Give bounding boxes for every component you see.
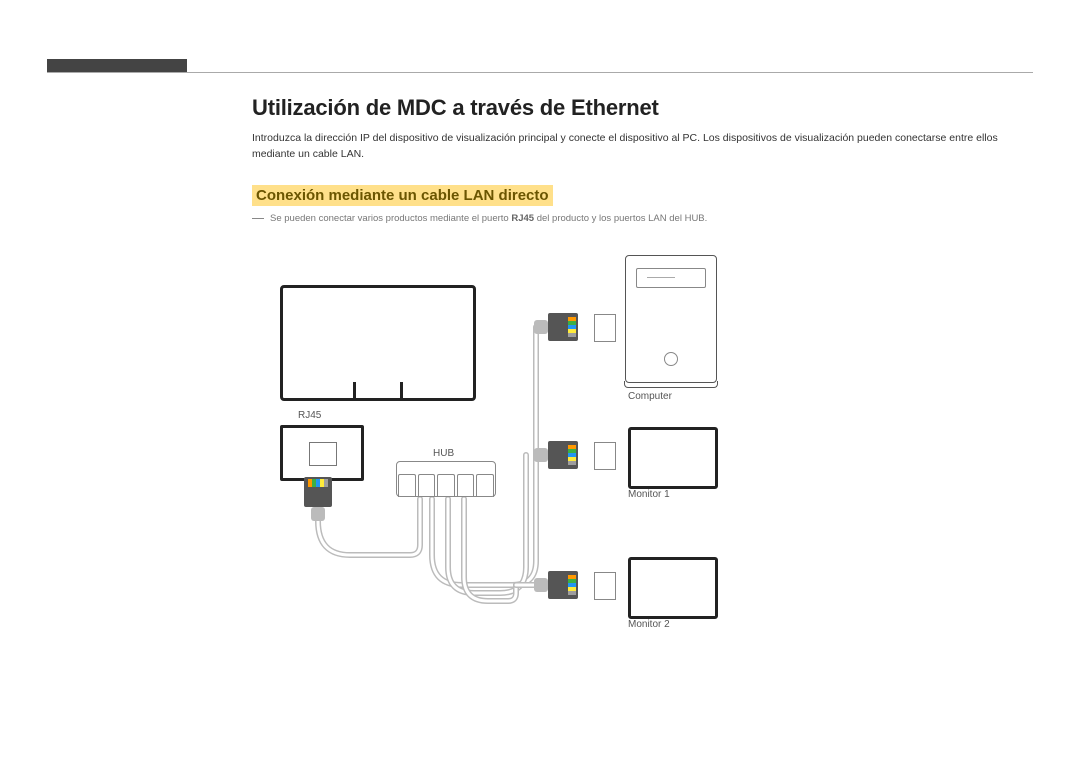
lan-plug-icon	[548, 313, 592, 341]
label-rj45: RJ45	[298, 410, 321, 421]
computer-tower-icon	[625, 255, 717, 383]
label-computer: Computer	[628, 391, 672, 402]
lan-plug-icon	[548, 441, 592, 469]
header-tab-marker	[47, 59, 187, 73]
content-block: Utilización de MDC a través de Ethernet …	[252, 95, 1020, 231]
note-dash-icon	[252, 218, 264, 219]
connection-diagram: RJ45 HUB Computer Monitor 1 Monitor 2	[250, 255, 850, 675]
lan-socket-icon	[594, 442, 616, 470]
lan-plug-icon	[548, 571, 592, 599]
hub-icon	[396, 461, 496, 497]
note-line: Se pueden conectar varios productos medi…	[252, 212, 1020, 225]
note-text: Se pueden conectar varios productos medi…	[270, 212, 707, 225]
section-subheading: Conexión mediante un cable LAN directo	[252, 185, 553, 206]
intro-paragraph: Introduzca la dirección IP del dispositi…	[252, 131, 1020, 163]
lan-socket-icon	[594, 314, 616, 342]
note-text-suffix: del producto y los puertos LAN del HUB.	[534, 213, 707, 224]
rj45-plug-icon	[300, 477, 336, 521]
label-monitor-1: Monitor 1	[628, 489, 670, 500]
label-hub: HUB	[433, 448, 454, 459]
lan-socket-icon	[594, 572, 616, 600]
main-display-icon	[280, 285, 476, 401]
page-title: Utilización de MDC a través de Ethernet	[252, 95, 1020, 121]
rj45-panel-icon	[280, 425, 364, 481]
monitor-1-icon	[628, 427, 718, 489]
note-text-prefix: Se pueden conectar varios productos medi…	[270, 213, 511, 224]
header-rule	[47, 72, 1033, 73]
rj45-port-icon	[309, 442, 337, 466]
note-text-bold: RJ45	[511, 213, 534, 224]
monitor-2-icon	[628, 557, 718, 619]
label-monitor-2: Monitor 2	[628, 619, 670, 630]
